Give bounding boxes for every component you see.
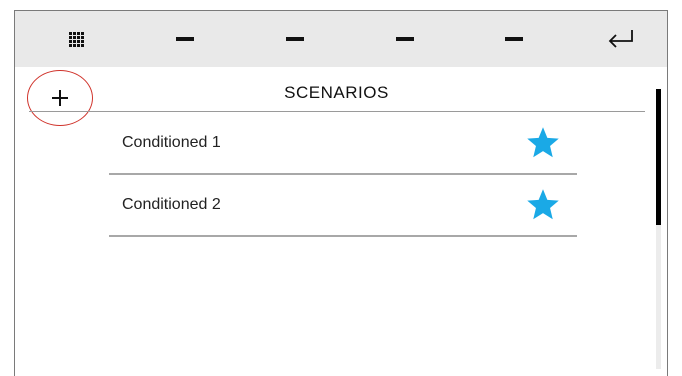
- scenario-label: Conditioned 2: [122, 196, 221, 213]
- toolbar-slot-2-button[interactable]: [260, 11, 330, 67]
- list-item[interactable]: Conditioned 1: [109, 113, 577, 175]
- toolbar-slot-3-button[interactable]: [370, 11, 440, 67]
- dash-icon: [176, 37, 194, 41]
- toolbar-slot-4-button[interactable]: [479, 11, 549, 67]
- scenario-list: Conditioned 1 Conditioned 2: [109, 113, 577, 237]
- grid-menu-button[interactable]: [41, 11, 111, 67]
- star-icon[interactable]: [525, 125, 561, 161]
- dash-icon: [286, 37, 304, 41]
- dash-icon: [396, 37, 414, 41]
- grid-menu-icon: [68, 31, 84, 47]
- scenario-label: Conditioned 1: [122, 134, 221, 151]
- title-divider: [29, 111, 645, 112]
- star-icon[interactable]: [525, 187, 561, 223]
- device-screen: SCENARIOS Conditioned 1 Conditioned 2: [14, 10, 668, 376]
- back-button[interactable]: [586, 11, 656, 67]
- dash-icon: [505, 37, 523, 41]
- scrollbar-thumb[interactable]: [656, 89, 661, 225]
- page-title: SCENARIOS: [284, 83, 389, 102]
- list-item[interactable]: Conditioned 2: [109, 175, 577, 237]
- return-icon: [608, 30, 633, 48]
- toolbar-slot-1-button[interactable]: [150, 11, 220, 67]
- top-toolbar: [15, 11, 667, 67]
